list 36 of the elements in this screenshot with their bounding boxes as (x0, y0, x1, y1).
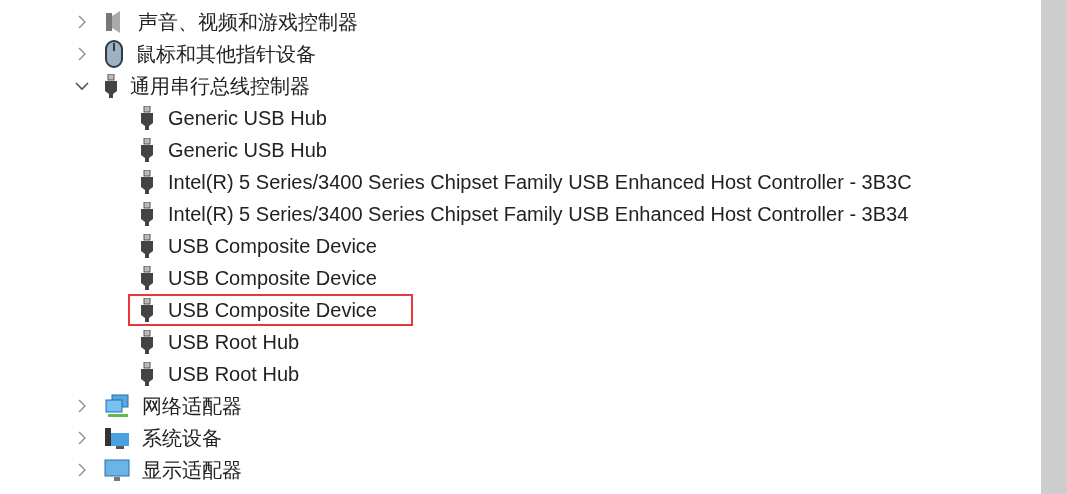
chevron-right-icon[interactable] (77, 431, 87, 445)
category-label[interactable]: 系统设备 (142, 423, 222, 453)
device-label[interactable]: USB Composite Device (168, 295, 377, 325)
usb-plug-icon (140, 362, 154, 386)
usb-plug-icon (140, 330, 154, 354)
chevron-right-icon[interactable] (77, 47, 87, 61)
category-label[interactable]: 网络适配器 (142, 391, 242, 421)
usb-plug-icon (140, 266, 154, 290)
usb-plug-icon (140, 202, 154, 226)
category-label[interactable]: 显示适配器 (142, 455, 242, 485)
category-label[interactable]: 通用串行总线控制器 (130, 71, 310, 101)
device-label[interactable]: USB Root Hub (168, 359, 300, 389)
device-label[interactable]: USB Composite Device (168, 231, 377, 261)
chevron-right-icon[interactable] (77, 15, 87, 29)
device-label[interactable]: USB Composite Device (168, 263, 377, 293)
chevron-right-icon[interactable] (77, 399, 87, 413)
mouse-icon (104, 40, 124, 68)
device-label[interactable]: Generic USB Hub (168, 103, 327, 133)
usb-plug-icon (140, 106, 154, 130)
category-label[interactable]: 鼠标和其他指针设备 (136, 39, 316, 69)
monitor-icon (104, 458, 130, 482)
system-folder-icon (104, 426, 130, 450)
device-label[interactable]: Generic USB Hub (168, 135, 327, 165)
chevron-right-icon[interactable] (77, 463, 87, 477)
device-label[interactable]: Intel(R) 5 Series/3400 Series Chipset Family USB Enhanced Host Controller - 3B3C (168, 167, 912, 197)
usb-plug-icon (140, 170, 154, 194)
usb-plug-icon (104, 74, 118, 98)
usb-plug-icon (140, 138, 154, 162)
usb-plug-icon (140, 298, 154, 322)
device-label[interactable]: Intel(R) 5 Series/3400 Series Chipset Family USB Enhanced Host Controller - 3B34 (168, 199, 909, 229)
device-label[interactable]: USB Root Hub (168, 327, 300, 357)
network-icon (104, 394, 130, 418)
category-label[interactable]: 声音、视频和游戏控制器 (138, 7, 358, 37)
chevron-down-icon[interactable] (75, 81, 89, 91)
scrollbar-track[interactable] (1041, 0, 1067, 494)
usb-plug-icon (140, 234, 154, 258)
